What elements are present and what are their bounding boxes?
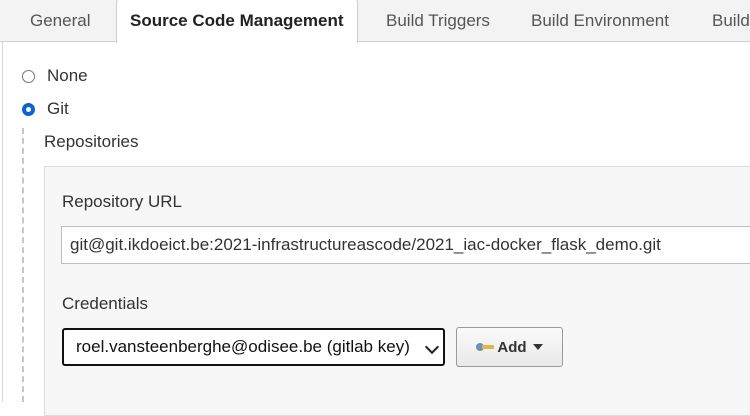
chevron-down-icon [424,339,440,355]
scm-option-git[interactable]: Git [22,98,69,120]
key-icon [476,342,496,352]
repositories-heading: Repositories [44,132,139,151]
radio-git[interactable] [22,102,35,116]
tab-general[interactable]: General [30,0,90,42]
radio-none-label[interactable]: None [47,66,88,86]
repository-url-label: Repository URL [62,192,182,211]
repository-url-input[interactable]: git@git.ikdoeict.be:2021-infrastructurea… [61,226,750,264]
tab-build-environment[interactable]: Build Environment [531,0,669,42]
tab-build[interactable]: Build [712,0,750,42]
radio-git-label[interactable]: Git [47,99,69,119]
content-left-border [2,42,3,402]
caret-down-icon [532,344,543,350]
credentials-select[interactable]: roel.vansteenberghe@odisee.be (gitlab ke… [62,328,445,366]
git-section-guide [22,128,24,402]
config-tabs: General Source Code Management Build Tri… [0,0,750,43]
radio-none[interactable] [22,69,35,83]
credentials-selected-value: roel.vansteenberghe@odisee.be (gitlab ke… [76,337,410,356]
tab-build-triggers[interactable]: Build Triggers [386,0,490,42]
credentials-label: Credentials [62,294,148,313]
scm-option-none[interactable]: None [22,65,88,87]
add-button-label: Add [497,338,527,356]
add-credentials-button[interactable]: Add [456,327,563,367]
tab-source-code-management[interactable]: Source Code Management [116,0,358,43]
